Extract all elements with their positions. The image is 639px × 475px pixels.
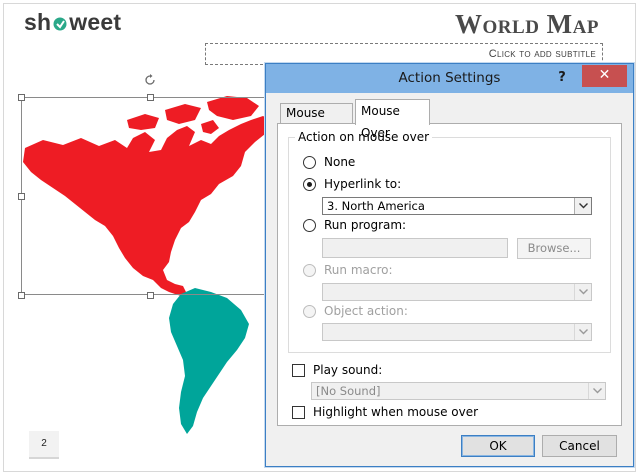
mouse-over-tab-panel: Action on mouse over None Hyperlink to: …	[277, 123, 622, 426]
logo-text-suffix: weet	[69, 9, 122, 35]
radio-none[interactable]: None	[303, 154, 355, 170]
radio-object-action[interactable]: Object action:	[303, 303, 408, 319]
browse-button[interactable]: Browse...	[517, 238, 591, 259]
chevron-down-icon[interactable]	[588, 383, 605, 399]
map-selection-frame[interactable]	[18, 94, 279, 299]
radio-run-program-label: Run program:	[324, 218, 407, 232]
radio-object-action-circle[interactable]	[303, 304, 316, 318]
subtitle-placeholder-box[interactable]: Click to add subtitle	[205, 43, 603, 65]
radio-hyperlink-circle[interactable]	[303, 177, 316, 191]
logo-o-icon	[51, 11, 69, 31]
cancel-button[interactable]: Cancel	[542, 435, 617, 457]
object-action-select[interactable]	[322, 323, 592, 341]
sound-select[interactable]: [No Sound]	[311, 382, 606, 400]
resize-handle-top[interactable]	[147, 94, 154, 101]
showeet-logo: sh weet	[24, 9, 121, 36]
radio-run-program-circle[interactable]	[303, 218, 316, 232]
resize-handle-top-left[interactable]	[18, 94, 25, 101]
dialog-titlebar[interactable]: Action Settings ? ✕	[266, 64, 633, 93]
subtitle-placeholder-text: Click to add subtitle	[488, 48, 596, 60]
dialog-title: Action Settings	[398, 70, 501, 86]
slide-title[interactable]: World Map	[455, 9, 599, 40]
rotate-handle-icon[interactable]	[143, 73, 157, 87]
hyperlink-select-value: 3. North America	[327, 199, 425, 213]
radio-object-action-label: Object action:	[324, 304, 408, 318]
play-sound-checkbox-row[interactable]: Play sound:	[292, 362, 382, 378]
play-sound-checkbox[interactable]	[292, 363, 305, 377]
radio-run-macro-label: Run macro:	[324, 263, 393, 277]
hyperlink-select[interactable]: 3. North America	[322, 197, 592, 215]
run-macro-select[interactable]	[322, 283, 592, 301]
run-program-input[interactable]	[322, 238, 508, 258]
highlight-checkbox[interactable]	[292, 405, 305, 419]
play-sound-label: Play sound:	[313, 363, 383, 377]
help-button[interactable]: ?	[553, 68, 571, 88]
chevron-down-icon[interactable]	[574, 198, 591, 214]
tab-mouse-click[interactable]: Mouse Click	[280, 103, 353, 139]
resize-handle-bottom-left[interactable]	[18, 292, 25, 299]
chevron-down-icon[interactable]	[574, 324, 591, 340]
south-america-shape[interactable]	[169, 288, 249, 434]
chevron-down-icon[interactable]	[574, 284, 591, 300]
radio-hyperlink-label: Hyperlink to:	[324, 177, 402, 191]
logo-text-prefix: sh	[24, 9, 52, 35]
radio-none-circle[interactable]	[303, 155, 316, 169]
ok-button[interactable]: OK	[461, 435, 535, 457]
close-button[interactable]: ✕	[582, 65, 627, 87]
highlight-label: Highlight when mouse over	[313, 405, 479, 419]
radio-run-program[interactable]: Run program:	[303, 217, 406, 233]
close-icon: ✕	[598, 67, 611, 83]
radio-none-label: None	[324, 155, 356, 169]
action-groupbox: Action on mouse over None Hyperlink to: …	[288, 130, 611, 353]
slide-number: 2	[29, 431, 59, 459]
tab-mouse-over[interactable]: Mouse Over	[355, 99, 430, 140]
sound-select-value: [No Sound]	[316, 384, 381, 398]
action-settings-dialog: Action Settings ? ✕ Mouse Click Mouse Ov…	[265, 63, 634, 467]
resize-handle-left[interactable]	[18, 193, 25, 200]
radio-run-macro[interactable]: Run macro:	[303, 262, 393, 278]
radio-hyperlink[interactable]: Hyperlink to:	[303, 176, 401, 192]
highlight-checkbox-row[interactable]: Highlight when mouse over	[292, 404, 478, 420]
resize-handle-bottom[interactable]	[147, 292, 154, 299]
radio-run-macro-circle[interactable]	[303, 263, 316, 277]
